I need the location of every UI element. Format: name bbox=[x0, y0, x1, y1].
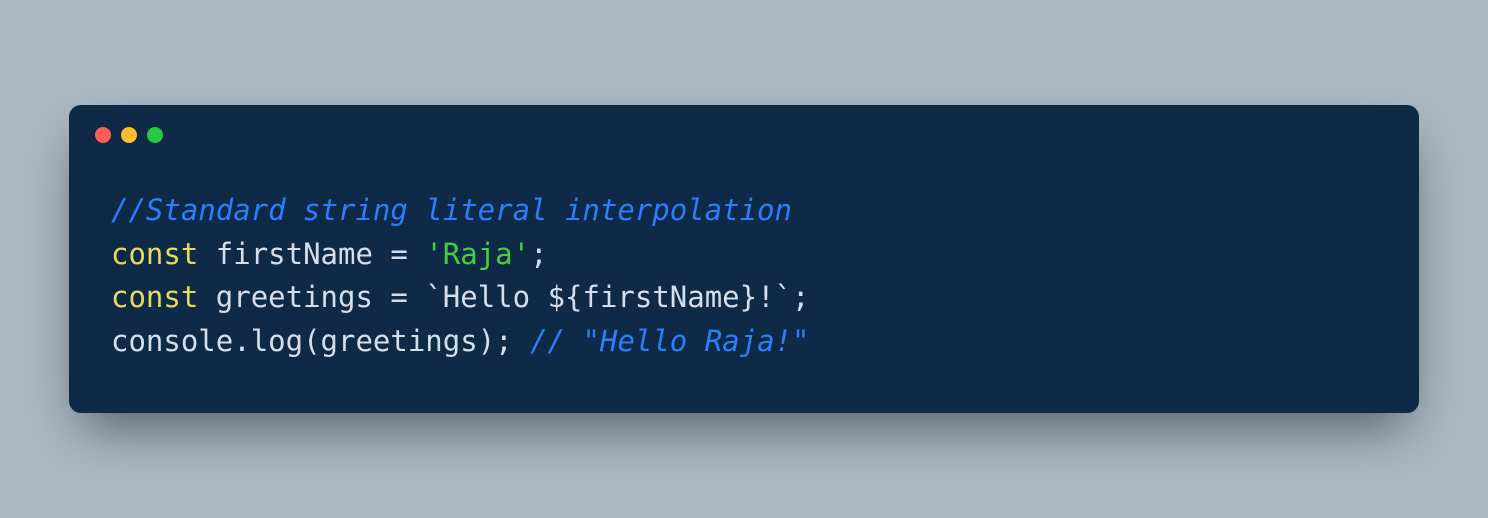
interp-open: ${ bbox=[548, 280, 583, 314]
keyword-const: const bbox=[111, 237, 198, 271]
operator-assign: = bbox=[390, 280, 407, 314]
identifier: firstName bbox=[216, 237, 373, 271]
operator-assign: = bbox=[390, 237, 407, 271]
semicolon: ; bbox=[792, 280, 809, 314]
string-quote: ' bbox=[425, 237, 442, 271]
paren-open: ( bbox=[303, 324, 320, 358]
paren-close: ) bbox=[478, 324, 495, 358]
argument: greetings bbox=[321, 324, 478, 358]
dot: . bbox=[233, 324, 250, 358]
space bbox=[198, 280, 215, 314]
code-window: //Standard string literal interpolation … bbox=[69, 105, 1419, 413]
template-string: Hello bbox=[443, 280, 548, 314]
semicolon: ; bbox=[530, 237, 547, 271]
maximize-icon[interactable] bbox=[147, 127, 163, 143]
keyword-const: const bbox=[111, 280, 198, 314]
method: log bbox=[251, 324, 303, 358]
backtick: ` bbox=[775, 280, 792, 314]
string-quote: ' bbox=[513, 237, 530, 271]
space bbox=[513, 324, 530, 358]
identifier: console bbox=[111, 324, 233, 358]
interp-close: } bbox=[740, 280, 757, 314]
semicolon: ; bbox=[495, 324, 512, 358]
window-title-bar bbox=[69, 105, 1419, 143]
backtick: ` bbox=[425, 280, 442, 314]
identifier: greetings bbox=[216, 280, 373, 314]
interp-variable: firstName bbox=[582, 280, 739, 314]
space bbox=[198, 237, 215, 271]
code-line-1: //Standard string literal interpolation bbox=[111, 193, 792, 227]
code-area: //Standard string literal interpolation … bbox=[69, 143, 1419, 413]
comment: // "Hello Raja!" bbox=[530, 324, 809, 358]
string-literal: Raja bbox=[443, 237, 513, 271]
code-line-2: const firstName = 'Raja'; bbox=[111, 237, 548, 271]
space bbox=[373, 280, 390, 314]
space bbox=[373, 237, 390, 271]
comment: //Standard string literal interpolation bbox=[111, 193, 792, 227]
minimize-icon[interactable] bbox=[121, 127, 137, 143]
template-string: ! bbox=[757, 280, 774, 314]
space bbox=[408, 280, 425, 314]
code-line-3: const greetings = `Hello ${firstName}!`; bbox=[111, 280, 810, 314]
close-icon[interactable] bbox=[95, 127, 111, 143]
code-line-4: console.log(greetings); // "Hello Raja!" bbox=[111, 324, 809, 358]
space bbox=[408, 237, 425, 271]
